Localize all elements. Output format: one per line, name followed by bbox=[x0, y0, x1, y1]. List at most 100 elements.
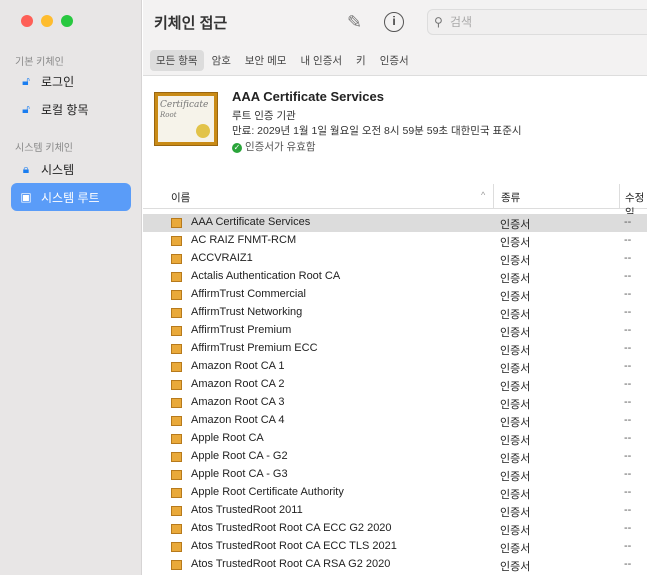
cell-modified: -- bbox=[624, 378, 632, 390]
table-row[interactable]: Apple Root CA - G2 인증서 -- bbox=[143, 448, 647, 466]
sidebar-item-login[interactable]: 🔓︎ 로그인 bbox=[11, 67, 131, 95]
table-row[interactable]: AffirmTrust Networking 인증서 -- bbox=[143, 304, 647, 322]
cell-kind: 인증서 bbox=[500, 237, 531, 249]
sidebar-item-label: 로그인 bbox=[41, 74, 75, 89]
sort-ascending-icon: ^ bbox=[481, 190, 486, 200]
table-row[interactable]: Actalis Authentication Root CA 인증서 -- bbox=[143, 268, 647, 286]
tab-keys[interactable]: 키 bbox=[350, 50, 372, 71]
table-row[interactable]: AffirmTrust Premium 인증서 -- bbox=[143, 322, 647, 340]
cell-name: AC RAIZ FNMT-RCM bbox=[191, 234, 297, 246]
certificate-icon bbox=[171, 290, 182, 300]
table-row[interactable]: Atos TrustedRoot Root CA ECC G2 2020 인증서 -… bbox=[143, 520, 647, 538]
cell-modified: -- bbox=[624, 558, 632, 570]
cell-kind: 인증서 bbox=[500, 561, 531, 573]
certificate-icon bbox=[171, 488, 182, 498]
table-row[interactable]: Apple Root CA - G3 인증서 -- bbox=[143, 466, 647, 484]
toolbar: 키체인 접근 ✎ i ⚲ 검색 bbox=[143, 0, 647, 46]
sidebar-item-system[interactable]: 🔒︎ 시스템 bbox=[11, 155, 131, 183]
tab-all-items[interactable]: 모든 항목 bbox=[150, 50, 204, 71]
cell-modified: -- bbox=[624, 486, 632, 498]
cell-name: AffirmTrust Networking bbox=[191, 306, 303, 318]
cell-modified: -- bbox=[624, 504, 632, 516]
certificate-icon bbox=[171, 272, 182, 282]
cell-kind: 인증서 bbox=[500, 363, 531, 375]
cell-name: AffirmTrust Premium bbox=[191, 324, 292, 336]
certificate-icon: Certificate Root bbox=[154, 92, 218, 146]
certificate-icon bbox=[171, 308, 182, 318]
column-kind[interactable]: 종류 bbox=[501, 190, 520, 205]
column-name[interactable]: 이름 bbox=[171, 190, 190, 205]
cell-name: Atos TrustedRoot 2011 bbox=[191, 504, 303, 516]
certificate-icon bbox=[171, 506, 182, 516]
cell-modified: -- bbox=[624, 468, 632, 480]
table-row[interactable]: Amazon Root CA 2 인증서 -- bbox=[143, 376, 647, 394]
certificate-expiry: 만료: 2029년 1월 1일 월요일 오전 8시 59분 59초 대한민국 표… bbox=[232, 125, 522, 137]
sidebar-item-system-roots[interactable]: ▣ 시스템 루트 bbox=[11, 183, 131, 211]
table-row[interactable]: Amazon Root CA 3 인증서 -- bbox=[143, 394, 647, 412]
tab-secure-notes[interactable]: 보안 메모 bbox=[239, 50, 293, 71]
info-icon[interactable]: i bbox=[384, 12, 404, 32]
cell-modified: -- bbox=[624, 306, 632, 318]
cell-kind: 인증서 bbox=[500, 327, 531, 339]
certificate-status: ✓ 인증서가 유효함 bbox=[232, 139, 316, 154]
sidebar-item-label: 로컬 항목 bbox=[41, 102, 89, 117]
cell-kind: 인증서 bbox=[500, 345, 531, 357]
table-row[interactable]: AffirmTrust Commercial 인증서 -- bbox=[143, 286, 647, 304]
sidebar-item-local-items[interactable]: 🔓︎ 로컬 항목 bbox=[11, 95, 131, 123]
table-row[interactable]: Amazon Root CA 4 인증서 -- bbox=[143, 412, 647, 430]
checkmark-icon: ✓ bbox=[232, 143, 242, 153]
cell-modified: -- bbox=[624, 360, 632, 372]
cert-label: Root bbox=[160, 111, 177, 119]
cell-modified: -- bbox=[624, 324, 632, 336]
certificate-icon bbox=[171, 362, 182, 372]
sidebar-item-label: 시스템 bbox=[41, 162, 75, 177]
section-system-keychains: 시스템 키체인 bbox=[15, 143, 73, 154]
cell-name: Apple Root CA bbox=[191, 432, 264, 444]
cell-kind: 인증서 bbox=[500, 273, 531, 285]
cell-modified: -- bbox=[624, 522, 632, 534]
status-text: 인증서가 유효함 bbox=[245, 141, 316, 153]
cell-modified: -- bbox=[624, 288, 632, 300]
cell-name: Amazon Root CA 1 bbox=[191, 360, 285, 372]
close-button[interactable] bbox=[21, 15, 33, 27]
cell-modified: -- bbox=[624, 216, 632, 228]
table-row[interactable]: Atos TrustedRoot Root CA RSA G2 2020 인증서 -… bbox=[143, 556, 647, 574]
cell-name: AAA Certificate Services bbox=[191, 216, 311, 228]
tab-certificates[interactable]: 인증서 bbox=[374, 50, 415, 71]
minimize-button[interactable] bbox=[41, 15, 53, 27]
tab-passwords[interactable]: 암호 bbox=[206, 50, 237, 71]
table-row[interactable]: Apple Root Certificate Authority 인증서 -- bbox=[143, 484, 647, 502]
window-title: 키체인 접근 bbox=[154, 15, 228, 32]
sidebar-item-label: 시스템 루트 bbox=[41, 190, 100, 205]
search-input[interactable]: ⚲ 검색 bbox=[427, 9, 647, 35]
table-row[interactable]: AC RAIZ FNMT-RCM 인증서 -- bbox=[143, 232, 647, 250]
cell-name: Apple Root CA - G3 bbox=[191, 468, 288, 480]
tab-my-certificates[interactable]: 내 인증서 bbox=[294, 50, 348, 71]
cell-kind: 인증서 bbox=[500, 417, 531, 429]
table-row[interactable]: AAA Certificate Services 인증서 -- bbox=[143, 214, 647, 232]
table-row[interactable]: Atos TrustedRoot 2011 인증서 -- bbox=[143, 502, 647, 520]
certificate-kind: 루트 인증 기관 bbox=[232, 110, 296, 122]
cell-name: Apple Root CA - G2 bbox=[191, 450, 288, 462]
cell-modified: -- bbox=[624, 234, 632, 246]
cell-name: Atos TrustedRoot Root CA RSA G2 2020 bbox=[191, 558, 391, 570]
cell-kind: 인증서 bbox=[500, 381, 531, 393]
cell-name: AffirmTrust Commercial bbox=[191, 288, 306, 300]
certificate-list: AAA Certificate Services 인증서 -- AC RAIZ FNM… bbox=[143, 214, 647, 574]
cell-name: Apple Root Certificate Authority bbox=[191, 486, 344, 498]
cell-modified: -- bbox=[624, 540, 632, 552]
table-row[interactable]: ACCVRAIZ1 인증서 -- bbox=[143, 250, 647, 268]
compose-icon[interactable]: ✎ bbox=[347, 12, 362, 33]
cell-kind: 인증서 bbox=[500, 525, 531, 537]
certificate-icon bbox=[171, 470, 182, 480]
table-row[interactable]: Apple Root CA 인증서 -- bbox=[143, 430, 647, 448]
cell-kind: 인증서 bbox=[500, 399, 531, 411]
certificate-icon bbox=[171, 434, 182, 444]
zoom-button[interactable] bbox=[61, 15, 73, 27]
cell-kind: 인증서 bbox=[500, 435, 531, 447]
cell-modified: -- bbox=[624, 252, 632, 264]
table-row[interactable]: Atos TrustedRoot Root CA ECC TLS 2021 인증서… bbox=[143, 538, 647, 556]
certificate-icon bbox=[171, 326, 182, 336]
table-row[interactable]: Amazon Root CA 1 인증서 -- bbox=[143, 358, 647, 376]
table-row[interactable]: AffirmTrust Premium ECC 인증서 -- bbox=[143, 340, 647, 358]
